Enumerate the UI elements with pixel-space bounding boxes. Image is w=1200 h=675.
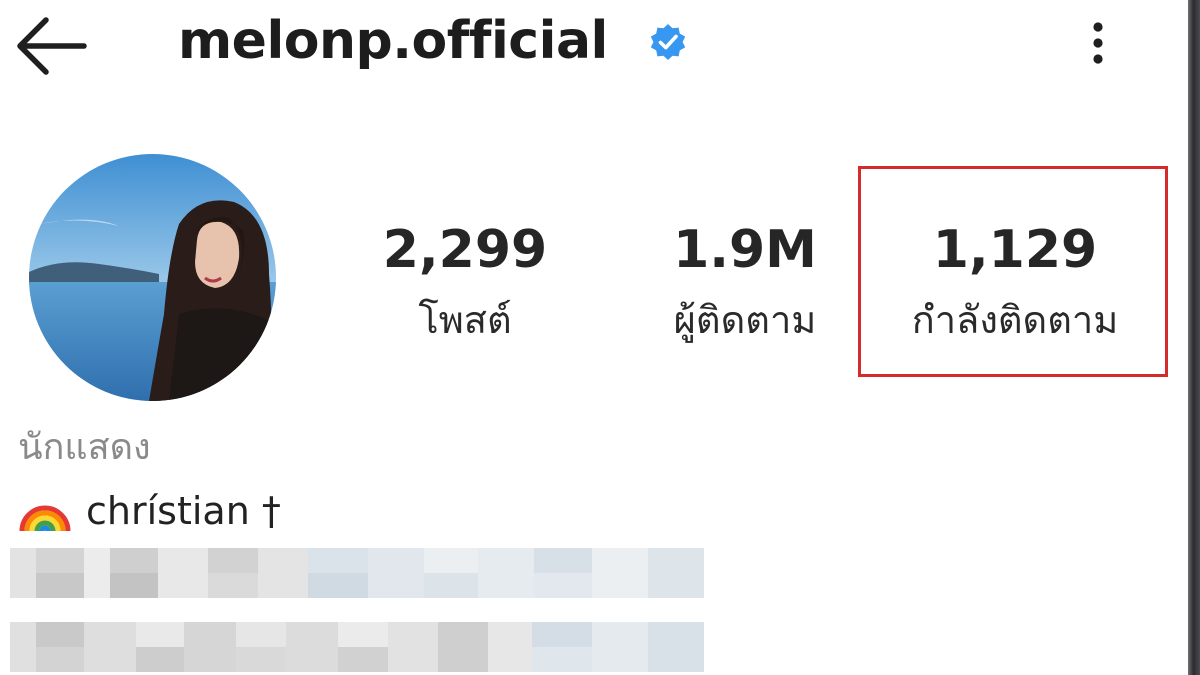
posts-count: 2,299	[382, 220, 548, 280]
pixelated-bio-line-2	[0, 622, 706, 672]
profile-category: นักแสดง	[18, 427, 151, 468]
more-options-button[interactable]	[1076, 14, 1120, 70]
avatar-photo	[29, 154, 276, 401]
profile-username: melonp.official	[178, 11, 608, 71]
back-button[interactable]	[14, 14, 88, 78]
followers-stat[interactable]: 1.9M ผู้ติดตาม	[620, 218, 870, 344]
bio-line: chrístian †	[18, 486, 281, 536]
followers-label: ผู้ติดตาม	[673, 298, 817, 342]
following-stat[interactable]: 1,129 กำลังติดตาม	[870, 218, 1160, 344]
arrow-left-icon	[17, 17, 87, 75]
following-count: 1,129	[932, 220, 1098, 280]
posts-stat[interactable]: 2,299 โพสต์	[360, 218, 570, 344]
bio-text: chrístian †	[86, 489, 281, 533]
more-vertical-icon	[1093, 22, 1103, 64]
posts-label: โพสต์	[418, 298, 512, 342]
profile-avatar[interactable]	[29, 154, 276, 401]
rainbow-icon	[19, 505, 71, 532]
verified-badge-icon	[648, 22, 688, 62]
pixelated-bio-line-1	[0, 548, 706, 598]
following-label: กำลังติดตาม	[911, 298, 1119, 342]
followers-count: 1.9M	[673, 220, 817, 280]
device-edge	[1188, 0, 1200, 675]
